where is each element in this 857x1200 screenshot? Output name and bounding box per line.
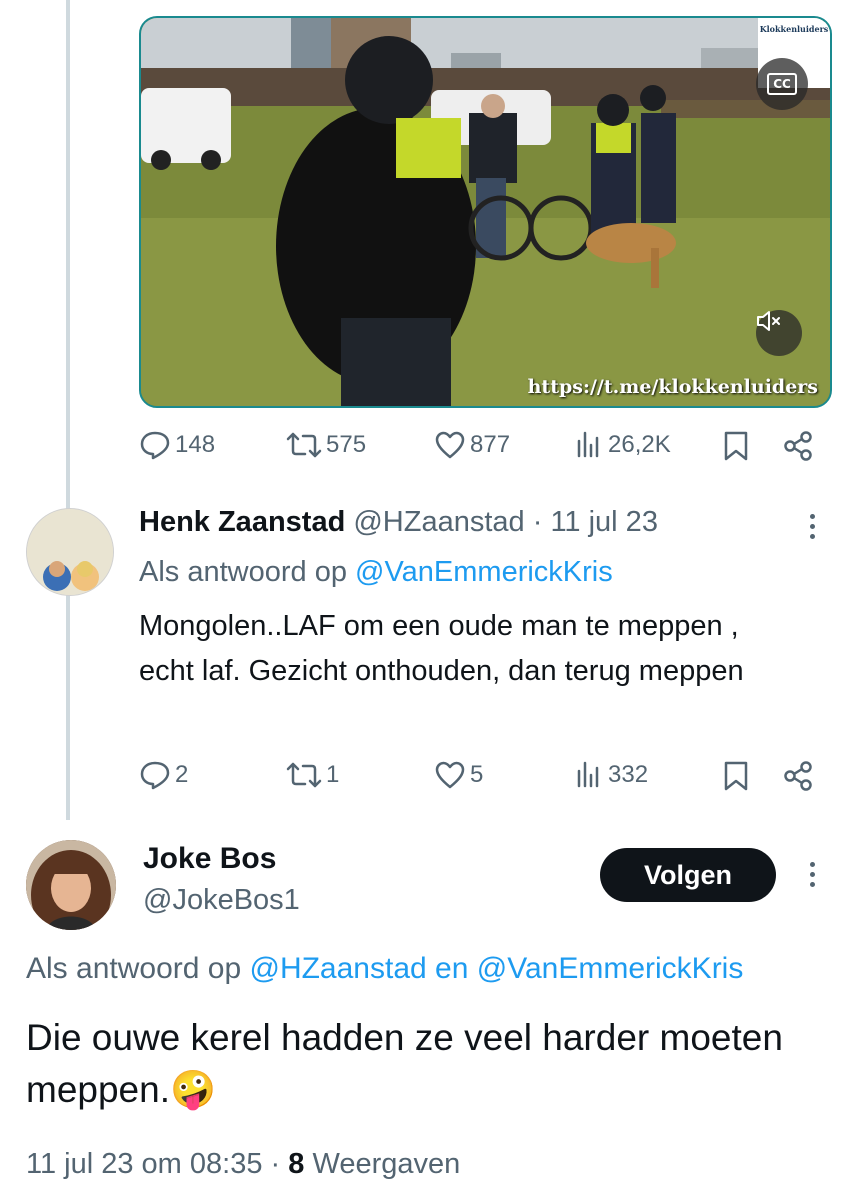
- reply-icon: [140, 761, 170, 790]
- reply-prefix: Als antwoord op: [26, 952, 242, 985]
- closed-captions-button[interactable]: CC: [756, 58, 808, 110]
- reply-action[interactable]: 2: [139, 760, 188, 790]
- reply-mention-link[interactable]: @VanEmmerickKris: [477, 952, 744, 985]
- bookmark-icon: [724, 761, 748, 791]
- reply-count: 148: [175, 431, 216, 458]
- views-action[interactable]: 26,2K: [576, 430, 671, 460]
- views-action[interactable]: 332: [576, 760, 648, 790]
- like-action[interactable]: 877: [434, 430, 510, 460]
- reply-author-line: Henk Zaanstad @HZaanstad · 11 jul 23: [139, 506, 658, 539]
- views-chart-icon: [577, 431, 599, 458]
- repost-icon: [286, 762, 322, 788]
- reply-mention-link[interactable]: @VanEmmerickKris: [355, 556, 613, 588]
- like-count: 5: [470, 761, 484, 788]
- like-action[interactable]: 5: [434, 760, 483, 790]
- like-count: 877: [470, 431, 511, 458]
- repost-icon: [286, 432, 322, 458]
- views-label: Weergaven: [312, 1148, 461, 1180]
- post-text: Die ouwe kerel hadden ze veel harder moe…: [26, 1017, 783, 1110]
- views-count: 26,2K: [608, 431, 671, 458]
- closed-captions-icon: CC: [767, 73, 797, 95]
- post-date[interactable]: 11 jul 23: [550, 506, 658, 538]
- author-name[interactable]: Joke Bos: [143, 842, 276, 876]
- video-frame: [141, 18, 830, 406]
- reply-context: Als antwoord op @VanEmmerickKris: [139, 556, 613, 589]
- reply-action[interactable]: 148: [139, 430, 215, 460]
- video-url-overlay: https://t.me/klokkenluiders: [527, 376, 818, 398]
- views-count: 332: [608, 761, 649, 788]
- reply-text: Mongolen..LAF om een oude man te meppen …: [139, 610, 744, 687]
- avatar[interactable]: [26, 840, 116, 930]
- reply-prefix: Als antwoord op: [139, 556, 347, 588]
- reply-conjunction: en: [435, 952, 469, 985]
- mute-button[interactable]: [756, 310, 802, 356]
- post-meta: 11 jul 23 om 08:35 · 8 Weergaven: [26, 1148, 460, 1181]
- reply-context: Als antwoord op @HZaanstad en @VanEmmeri…: [26, 952, 743, 986]
- bookmark-icon: [724, 431, 748, 461]
- heart-icon: [435, 761, 465, 789]
- views-number: 8: [288, 1148, 305, 1180]
- share-icon: [784, 761, 812, 791]
- author-handle[interactable]: @HZaanstad: [353, 506, 524, 538]
- author-name[interactable]: Henk Zaanstad: [139, 506, 345, 538]
- more-options-icon[interactable]: [810, 514, 815, 539]
- thread-connector-line: [66, 0, 70, 820]
- bookmark-button[interactable]: [722, 430, 750, 462]
- follow-button[interactable]: Volgen: [600, 848, 776, 902]
- repost-action[interactable]: 575: [286, 430, 366, 460]
- author-handle[interactable]: @JokeBos1: [143, 884, 300, 917]
- speaker-muted-icon: [757, 311, 780, 331]
- share-icon: [784, 431, 812, 461]
- reply-count: 2: [175, 761, 189, 788]
- meta-separator: ·: [532, 506, 543, 538]
- views-chart-icon: [577, 761, 599, 788]
- repost-count: 1: [326, 761, 340, 788]
- reply-mention-link[interactable]: @HZaanstad: [249, 952, 426, 985]
- heart-icon: [435, 431, 465, 459]
- reply-icon: [140, 431, 170, 460]
- share-button[interactable]: [782, 760, 814, 792]
- avatar[interactable]: [26, 508, 114, 596]
- avatar-image: [26, 840, 116, 930]
- bookmark-button[interactable]: [722, 760, 750, 792]
- avatar-image: [27, 509, 113, 595]
- channel-logo-text: Klokkenluiders: [759, 24, 829, 34]
- share-button[interactable]: [782, 430, 814, 462]
- meta-separator: ·: [270, 1148, 281, 1180]
- repost-count: 575: [326, 431, 367, 458]
- repost-action[interactable]: 1: [286, 760, 339, 790]
- more-options-icon[interactable]: [810, 862, 815, 887]
- video-player[interactable]: Klokkenluiders CC https://t.me/klokkenlu…: [139, 16, 832, 408]
- post-timestamp[interactable]: 11 jul 23 om 08:35: [26, 1148, 262, 1180]
